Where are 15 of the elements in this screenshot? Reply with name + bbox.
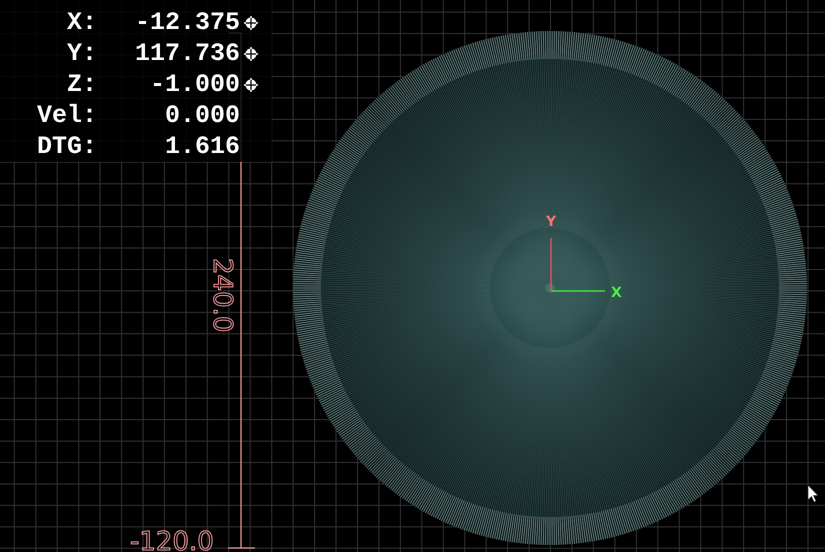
axis-label: X <box>611 285 622 301</box>
position-value: 117.736 <box>134 40 240 68</box>
dimension-label: 240.0 <box>207 258 237 332</box>
axis-name: Y: <box>66 40 97 68</box>
position-value: 0.000 <box>164 102 240 130</box>
axis-name: Z: <box>66 70 97 98</box>
axis-name: Vel: <box>36 102 97 130</box>
mouse-pointer-icon <box>808 484 819 502</box>
axis-label: Y <box>546 214 556 230</box>
position-value: -1.000 <box>150 70 240 98</box>
axis-name: DTG: <box>36 132 97 160</box>
axis-name: X: <box>66 8 97 36</box>
dimension-label: -120.0 <box>130 527 214 552</box>
position-value: -12.375 <box>134 8 240 36</box>
position-value: 1.616 <box>164 132 240 160</box>
